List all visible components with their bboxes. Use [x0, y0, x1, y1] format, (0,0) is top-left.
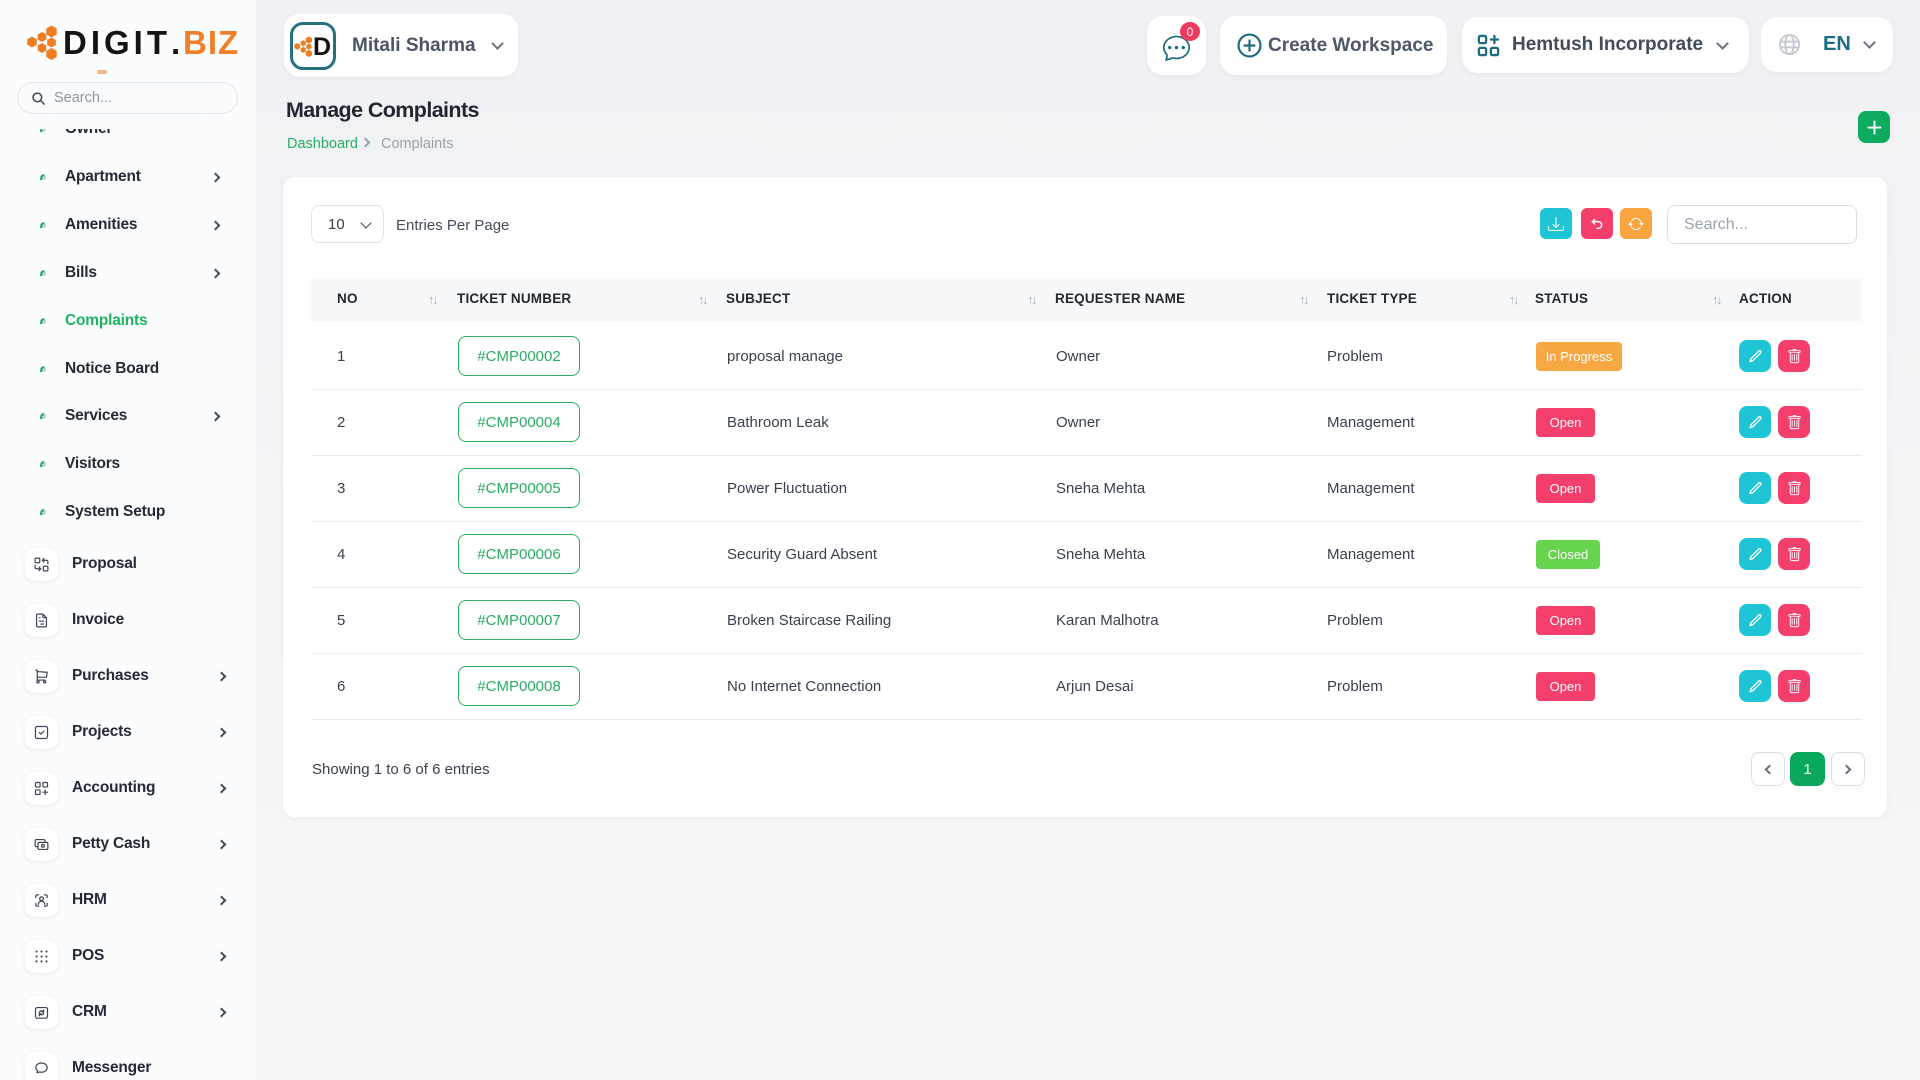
svg-text:BIZ: BIZ	[183, 24, 239, 61]
svg-text:D: D	[313, 33, 331, 61]
svg-text:.: .	[171, 24, 180, 61]
svg-text:DIGIT: DIGIT	[63, 24, 171, 61]
